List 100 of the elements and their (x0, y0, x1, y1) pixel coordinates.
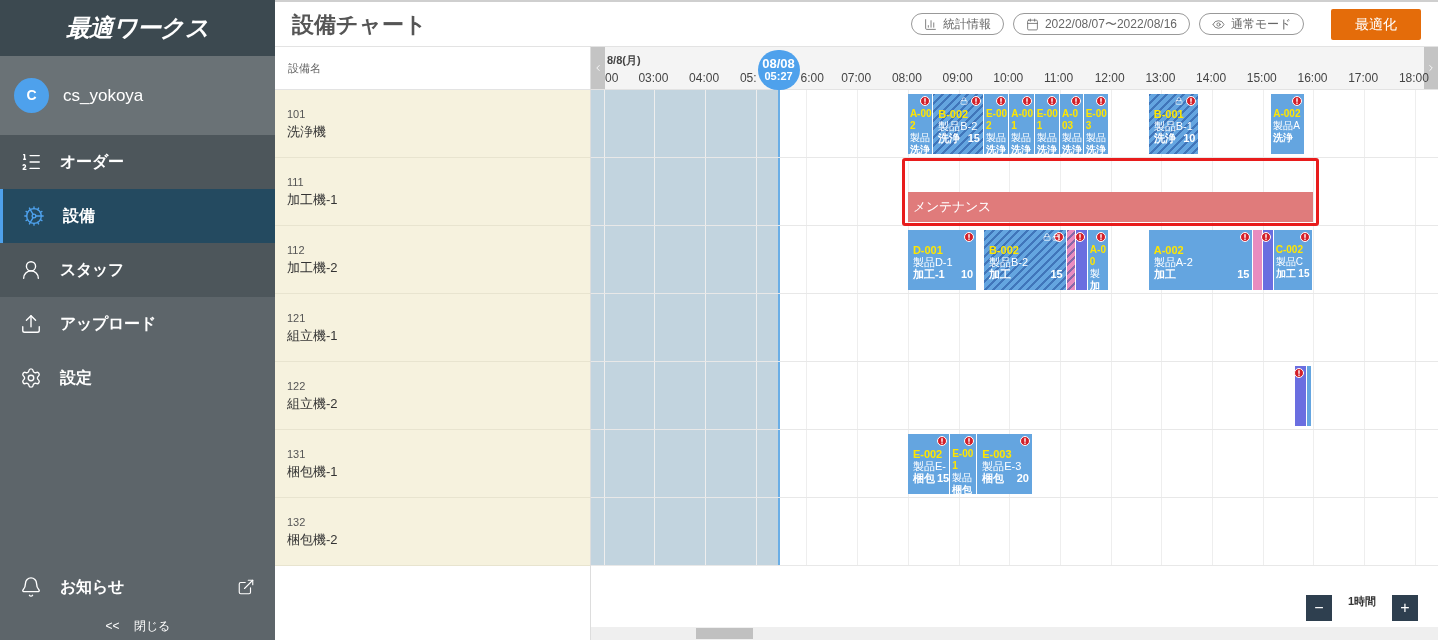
product-name: 製品D-1 (912, 256, 954, 268)
product-name: 製品 (1036, 132, 1058, 144)
task-block[interactable] (1253, 230, 1263, 290)
gear-icon (23, 205, 45, 227)
zoom-in-button[interactable]: + (1392, 595, 1418, 621)
zoom-out-button[interactable]: − (1305, 595, 1332, 621)
task-block[interactable]: B-002 製品B-2 洗浄 15 (933, 94, 984, 154)
task-block[interactable]: B-001 製品B-1 洗浄 10 (1148, 94, 1200, 154)
current-time-marker: 08/08 05:27 (757, 50, 800, 90)
nav-item[interactable]: 設定 (0, 351, 275, 405)
task-block[interactable]: A-00 製 加 (1087, 230, 1109, 290)
process-name: 洗浄 (1061, 144, 1082, 156)
hour-label: 08:00 (891, 70, 922, 87)
user-name: cs_yokoya (63, 84, 144, 107)
process-name: 梱包 (982, 472, 1005, 484)
task-block[interactable]: E-003 製品E-3 梱包 20 (977, 434, 1033, 494)
hour-label: 12:00 (1094, 70, 1125, 87)
horizontal-scrollbar[interactable] (591, 627, 1438, 640)
order-code: B-002 (938, 108, 970, 120)
external-link-icon[interactable] (237, 578, 255, 596)
task-block[interactable]: C-002 製品C 加工 15 (1273, 230, 1314, 290)
person-icon (20, 259, 42, 281)
zoom-level: 1時間 (1346, 594, 1377, 610)
order-code: D-001 (912, 244, 944, 256)
task-block[interactable] (1294, 366, 1307, 426)
quantity: 15 (1297, 268, 1310, 280)
equipment-cell: 101 洗浄機 (275, 90, 590, 158)
hour-label: 04:00 (689, 70, 720, 87)
task-block[interactable]: E-002 製品E- 梱包 15 (907, 434, 951, 494)
hour-label: 03:00 (638, 70, 669, 87)
task-block[interactable]: E-003 製品 洗浄 (1083, 94, 1109, 154)
upload-icon (20, 313, 42, 335)
bar-chart-icon (923, 17, 937, 31)
hour-label: 09:00 (942, 70, 973, 87)
quantity: 20 (1015, 472, 1029, 484)
process-name: 加工 (1275, 268, 1296, 280)
order-code: A-001 (1011, 108, 1034, 132)
date-label: 8/8(月) (607, 53, 641, 68)
task-block[interactable] (1076, 230, 1088, 290)
task-block[interactable] (1306, 366, 1312, 426)
task-block[interactable]: A-002 製品A 洗浄 (1271, 94, 1305, 154)
equipment-cell: 132 梱包機-2 (275, 498, 590, 566)
order-code: E-002 (985, 108, 1009, 132)
process-name: 加工 (988, 268, 1011, 280)
order-code: E-002 (912, 448, 944, 460)
logo: 最適ワークス (65, 13, 210, 43)
task-block[interactable]: A-003 製品 洗浄 (1059, 94, 1084, 154)
nav-item[interactable]: オーダー (0, 135, 275, 189)
product-name: 製品 (1011, 132, 1033, 144)
nav-item[interactable]: 設備 (0, 189, 275, 243)
calendar-icon (1025, 17, 1039, 31)
lock-icon (1175, 97, 1184, 105)
product-name: 製品C (1275, 256, 1304, 268)
order-code: E-003 (982, 448, 1013, 460)
equipment-cell: 121 組立機-1 (275, 294, 590, 362)
task-block[interactable]: E-002 製品 洗浄 (983, 94, 1010, 154)
chevron-left-icon (593, 63, 603, 73)
product-name: 製品A-2 (1153, 256, 1194, 268)
task-block[interactable]: D-001 製品D-1 加工-1 10 (907, 230, 978, 290)
notice-link[interactable]: お知らせ (60, 575, 124, 599)
order-code: B-001 (1153, 108, 1185, 120)
task-block[interactable] (1262, 230, 1274, 290)
product-name: 製品 (909, 132, 931, 144)
page-title: 設備チャート (292, 10, 427, 39)
process-name: 洗浄 (938, 132, 961, 144)
task-block[interactable]: A-002 製品 洗浄 (907, 94, 934, 154)
equipment-cell: 112 加工機-2 (275, 226, 590, 294)
hour-label: 11:00 (1043, 70, 1074, 87)
task-block[interactable]: A-002 製品A-2 加工 15 (1148, 230, 1254, 290)
product-name: 製品 (985, 132, 1007, 144)
task-block[interactable]: E-001 製品 梱包 (950, 434, 978, 494)
optimize-button[interactable]: 最適化 (1331, 8, 1421, 40)
order-code: E-003 (1085, 108, 1108, 132)
product-name: 製品A (1273, 120, 1301, 132)
process-name: 洗浄 (909, 144, 930, 156)
maintenance-bar[interactable]: メンテナンス (907, 192, 1314, 222)
settings-icon (20, 367, 42, 389)
order-code: A-002 (1153, 244, 1185, 256)
equipment-cell: 111 加工機-1 (275, 158, 590, 226)
quantity: 15 (1049, 268, 1063, 280)
process-name: 加 (1089, 280, 1100, 292)
order-code: A-00 (1089, 244, 1107, 268)
hour-label: 00 (605, 70, 619, 87)
order-code: E-001 (1036, 108, 1059, 132)
hour-label: 6:00 (800, 70, 824, 87)
task-block[interactable]: B-002 製品B-2 加工 15 (983, 230, 1067, 290)
nav-item[interactable]: スタッフ (0, 243, 275, 297)
hour-label: 14:00 (1196, 70, 1227, 87)
nav-item[interactable]: アップロード (0, 297, 275, 351)
hour-label: 17:00 (1348, 70, 1379, 87)
product-name: 製品E- (912, 460, 947, 472)
product-name: 製品E-3 (982, 460, 1023, 472)
chevron-right-icon (1426, 63, 1436, 73)
task-block[interactable]: A-001 製品 洗浄 (1009, 94, 1035, 154)
quantity: 10 (959, 268, 974, 280)
collapse-button[interactable]: << 閉じる (0, 612, 275, 640)
list-icon (20, 151, 42, 173)
hour-label: 16:00 (1297, 70, 1328, 87)
task-block[interactable]: E-001 製品 洗浄 (1034, 94, 1060, 154)
scrollbar-thumb[interactable] (696, 628, 753, 639)
